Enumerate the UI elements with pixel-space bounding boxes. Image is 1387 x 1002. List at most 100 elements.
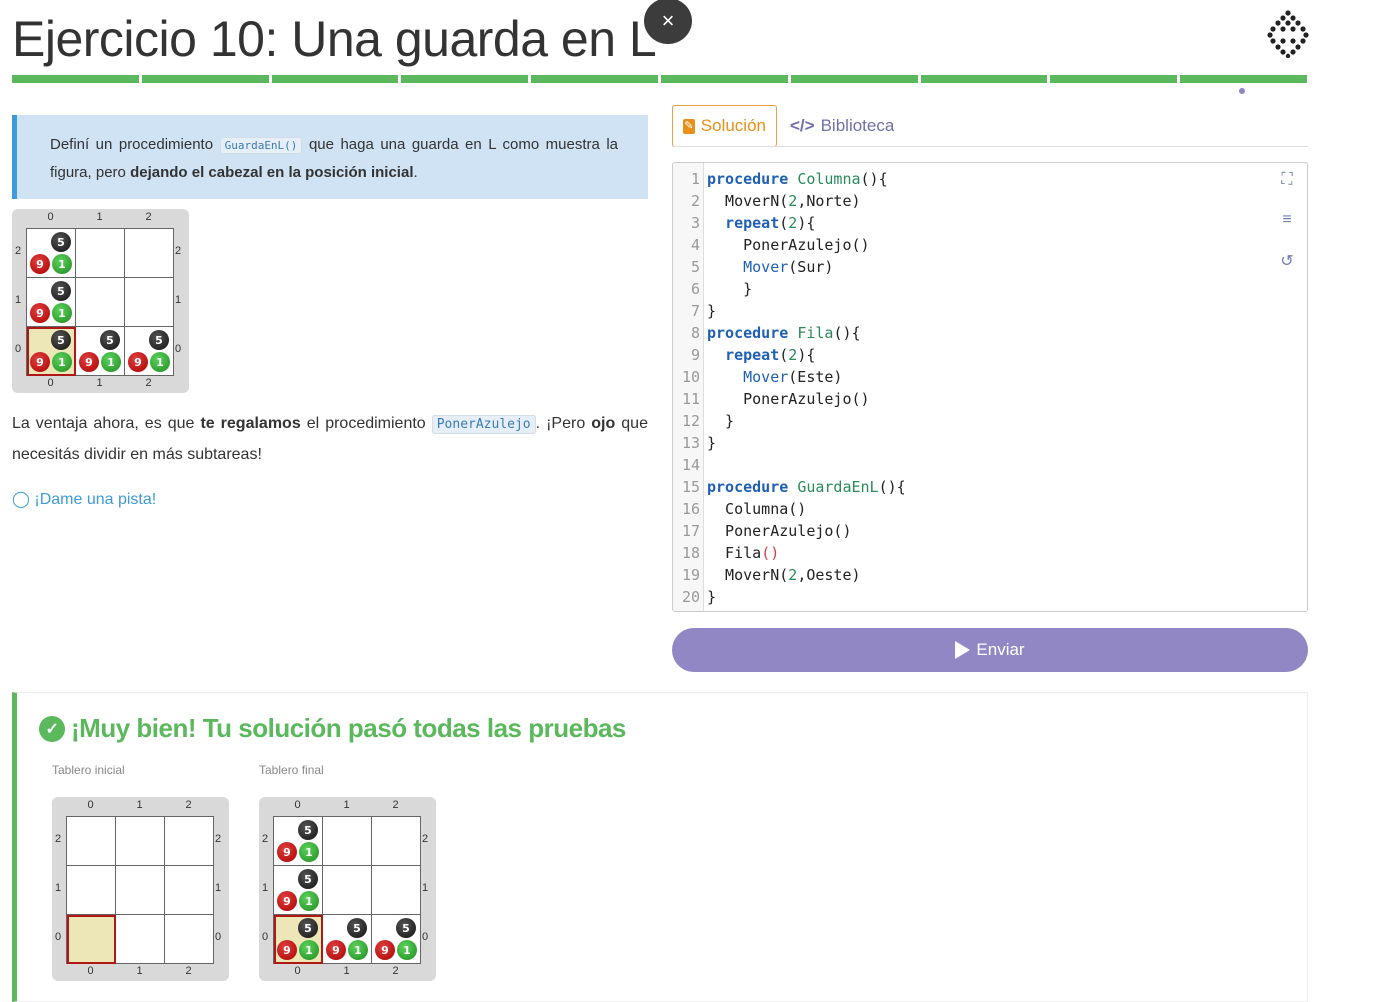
column-coordinate: 1 [343, 799, 350, 811]
progress-segment[interactable] [531, 75, 658, 83]
green-ball: 1 [52, 352, 72, 372]
code-line: 4 PonerAzulejo() [673, 234, 870, 256]
submit-button[interactable]: Enviar [672, 628, 1308, 672]
result-title: ✓ ¡Muy bien! Tu solución pasó todas las … [39, 713, 626, 744]
column-coordinate: 1 [96, 377, 103, 389]
row-coordinate: 1 [54, 881, 62, 894]
code-text: procedure Fila(){ [707, 324, 861, 342]
line-number: 13 [681, 434, 700, 452]
board-cell [116, 915, 165, 964]
code-text: } [707, 412, 735, 430]
board-cell: 591 [372, 915, 421, 964]
code-line: 18 Fila() [673, 542, 779, 564]
column-coordinate: 2 [185, 965, 192, 977]
board-cell: 591 [27, 327, 76, 376]
progress-segment[interactable] [920, 75, 1048, 83]
edit-icon: ✎ [683, 118, 695, 134]
green-ball: 1 [52, 303, 72, 323]
progress-segment[interactable] [401, 75, 529, 83]
black-ball: 5 [298, 918, 318, 938]
tab-label: Biblioteca [820, 116, 895, 135]
code-line: 6 } [673, 278, 752, 300]
line-number: 14 [681, 456, 700, 474]
progress-segment[interactable] [141, 75, 269, 83]
progress-segment[interactable] [660, 75, 788, 83]
board-cell: 591 [274, 866, 323, 915]
green-ball: 1 [52, 254, 72, 274]
statement-bold: dejando el cabezal en la posición inicia… [130, 164, 414, 181]
hint-link[interactable]: ◯ ¡Dame una pista! [12, 489, 156, 509]
board-cell [76, 229, 125, 278]
progress-segment[interactable] [1180, 75, 1307, 83]
code-line: 17 PonerAzulejo() [673, 520, 852, 542]
column-coordinate: 0 [294, 799, 301, 811]
code-text: Mover(Sur) [743, 258, 834, 276]
explanation-paragraph: La ventaja ahora, es que te regalamos el… [12, 409, 648, 470]
current-exercise-indicator [1239, 88, 1245, 94]
indent-icon[interactable]: ≡ [1277, 211, 1297, 231]
column-coordinate: 2 [392, 965, 399, 977]
code-editor[interactable]: ⛶ ≡ ↺ 1 procedure Columna(){2 MoverN(2,No… [672, 162, 1308, 612]
board-cell [165, 817, 214, 866]
line-number: 7 [690, 302, 700, 320]
code-text: PonerAzulejo() [707, 236, 870, 254]
black-ball: 5 [298, 869, 318, 889]
statement-text: . [413, 164, 418, 181]
row-coordinate: 2 [14, 244, 22, 257]
column-coordinate: 0 [87, 799, 94, 811]
board-cell [323, 866, 372, 915]
row-coordinate: 1 [261, 881, 269, 894]
paragraph-bold: te regalamos [200, 415, 301, 432]
row-coordinate: 0 [14, 342, 22, 355]
board-cell: 591 [323, 915, 372, 964]
line-number: 18 [681, 544, 700, 562]
column-coordinate: 2 [145, 211, 152, 223]
board-cell [67, 866, 116, 915]
tab-library[interactable]: </> Biblioteca [780, 105, 904, 147]
line-number: 9 [690, 346, 700, 364]
red-ball: 9 [375, 940, 395, 960]
green-ball: 1 [397, 940, 417, 960]
final-board-label: Tablero final [259, 763, 324, 777]
code-text: PonerAzulejo() [707, 522, 852, 540]
board-cell: 591 [274, 817, 323, 866]
code-text: } [707, 588, 717, 606]
code-line: 1 procedure Columna(){ [673, 168, 888, 190]
fullscreen-icon[interactable]: ⛶ [1277, 171, 1297, 191]
line-number: 10 [681, 368, 700, 386]
board-cell [165, 866, 214, 915]
black-ball: 5 [396, 918, 416, 938]
column-coordinate: 1 [136, 965, 143, 977]
reset-icon[interactable]: ↺ [1277, 251, 1297, 271]
progress-segment[interactable] [1050, 75, 1178, 83]
example-board: 001122221100591591591591591 [12, 209, 189, 393]
tab-solution[interactable]: ✎ Solución [672, 105, 777, 147]
row-coordinate: 0 [261, 930, 269, 943]
board-cell [125, 278, 174, 327]
close-button[interactable]: × [644, 0, 692, 44]
code-text: repeat(2){ [725, 214, 816, 232]
code-text: } [707, 302, 717, 320]
line-number: 5 [690, 258, 700, 276]
board-cell [165, 915, 214, 964]
code-text: Fila() [707, 544, 780, 562]
black-ball: 5 [51, 232, 71, 252]
red-ball: 9 [277, 842, 297, 862]
column-coordinate: 0 [47, 377, 54, 389]
close-icon: × [661, 8, 675, 33]
green-ball: 1 [299, 940, 319, 960]
black-ball: 5 [298, 820, 318, 840]
paragraph-text: La ventaja ahora, es que [12, 415, 195, 432]
line-number: 20 [681, 588, 700, 606]
editor-toolbar: ⛶ ≡ ↺ [1277, 171, 1297, 291]
progress-segment[interactable] [12, 75, 139, 83]
column-coordinate: 2 [145, 377, 152, 389]
code-text: MoverN(2,Oeste) [707, 566, 861, 584]
red-ball: 9 [30, 303, 50, 323]
result-message: ¡Muy bien! Tu solución pasó todas las pr… [71, 713, 626, 743]
board-cell: 591 [76, 327, 125, 376]
progress-segment[interactable] [271, 75, 399, 83]
board-cell [116, 866, 165, 915]
board-cell: 591 [274, 915, 323, 964]
progress-segment[interactable] [790, 75, 918, 83]
